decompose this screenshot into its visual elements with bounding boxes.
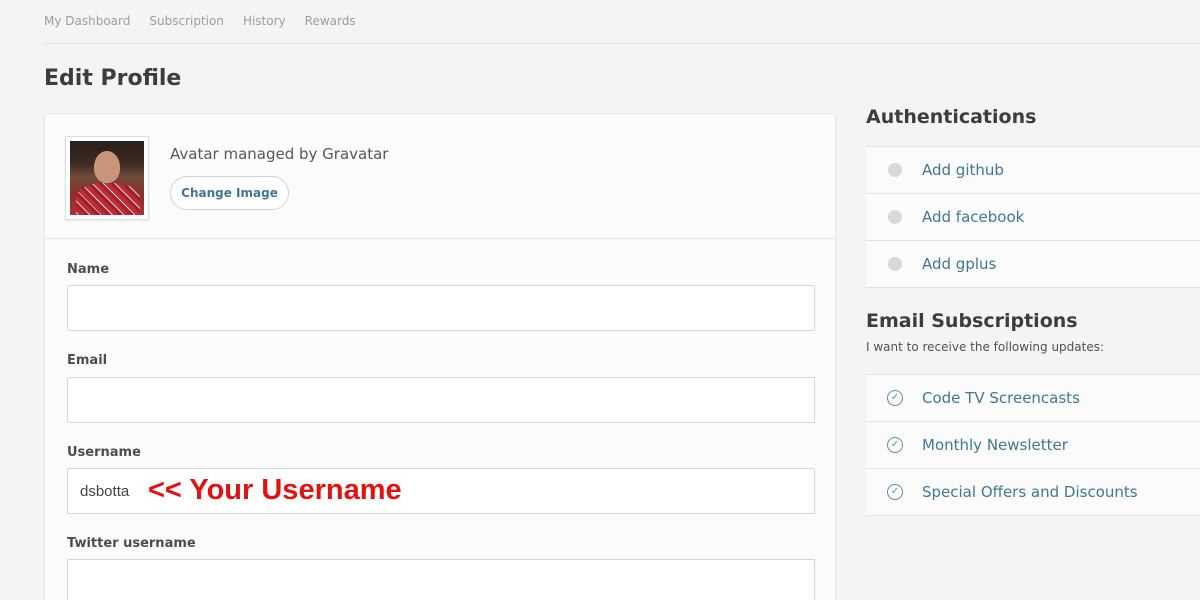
page-title: Edit Profile — [44, 66, 182, 91]
avatar-section: Avatar managed by Gravatar Change Image — [45, 114, 835, 239]
email-label: Email — [67, 353, 108, 368]
username-annotation: << Your Username — [148, 474, 402, 506]
avatar-caption: Avatar managed by Gravatar — [170, 145, 389, 163]
nav-subscription[interactable]: Subscription — [149, 14, 224, 30]
auth-item-gplus[interactable]: Add gplus — [866, 241, 1200, 288]
twitter-label: Twitter username — [67, 536, 196, 551]
check-circle-icon: ✓ — [887, 437, 903, 453]
subscriptions-list: ✓ Code TV Screencasts ✓ Monthly Newslett… — [866, 374, 1200, 516]
subscription-item-label: Monthly Newsletter — [922, 436, 1068, 454]
username-value: dsbotta — [80, 482, 130, 500]
change-image-button[interactable]: Change Image — [170, 176, 289, 210]
status-dot-icon — [888, 257, 902, 271]
avatar-shirt — [76, 183, 140, 215]
avatar-head — [94, 151, 120, 183]
authentications-list: Add github Add facebook Add gplus — [866, 146, 1200, 288]
subscriptions-title: Email Subscriptions — [866, 310, 1078, 332]
name-label: Name — [67, 262, 110, 277]
check-circle-icon: ✓ — [887, 484, 903, 500]
email-input[interactable] — [67, 377, 815, 423]
subscriptions-subtitle: I want to receive the following updates: — [866, 340, 1105, 354]
profile-card: Avatar managed by Gravatar Change Image … — [44, 113, 836, 600]
subscription-item-label: Code TV Screencasts — [922, 389, 1080, 407]
subscription-item-newsletter[interactable]: ✓ Monthly Newsletter — [866, 422, 1200, 469]
nav-rewards[interactable]: Rewards — [305, 14, 356, 30]
subscription-item-offers[interactable]: ✓ Special Offers and Discounts — [866, 469, 1200, 516]
avatar-image — [70, 141, 144, 215]
status-dot-icon — [888, 163, 902, 177]
auth-item-label: Add github — [922, 161, 1004, 179]
username-label: Username — [67, 445, 141, 460]
twitter-input[interactable] — [67, 559, 815, 600]
authentications-title: Authentications — [866, 106, 1037, 128]
check-circle-icon: ✓ — [887, 390, 903, 406]
auth-item-facebook[interactable]: Add facebook — [866, 194, 1200, 241]
avatar — [65, 136, 149, 220]
name-input[interactable] — [67, 285, 815, 331]
top-nav: My Dashboard Subscription History Reward… — [44, 0, 1200, 44]
auth-item-github[interactable]: Add github — [866, 147, 1200, 194]
auth-item-label: Add gplus — [922, 255, 997, 273]
nav-history[interactable]: History — [243, 14, 286, 30]
username-input[interactable]: dsbotta << Your Username — [67, 468, 815, 514]
subscription-item-code-tv[interactable]: ✓ Code TV Screencasts — [866, 375, 1200, 422]
auth-item-label: Add facebook — [922, 208, 1025, 226]
status-dot-icon — [888, 210, 902, 224]
nav-my-dashboard[interactable]: My Dashboard — [44, 14, 130, 30]
subscription-item-label: Special Offers and Discounts — [922, 483, 1138, 501]
